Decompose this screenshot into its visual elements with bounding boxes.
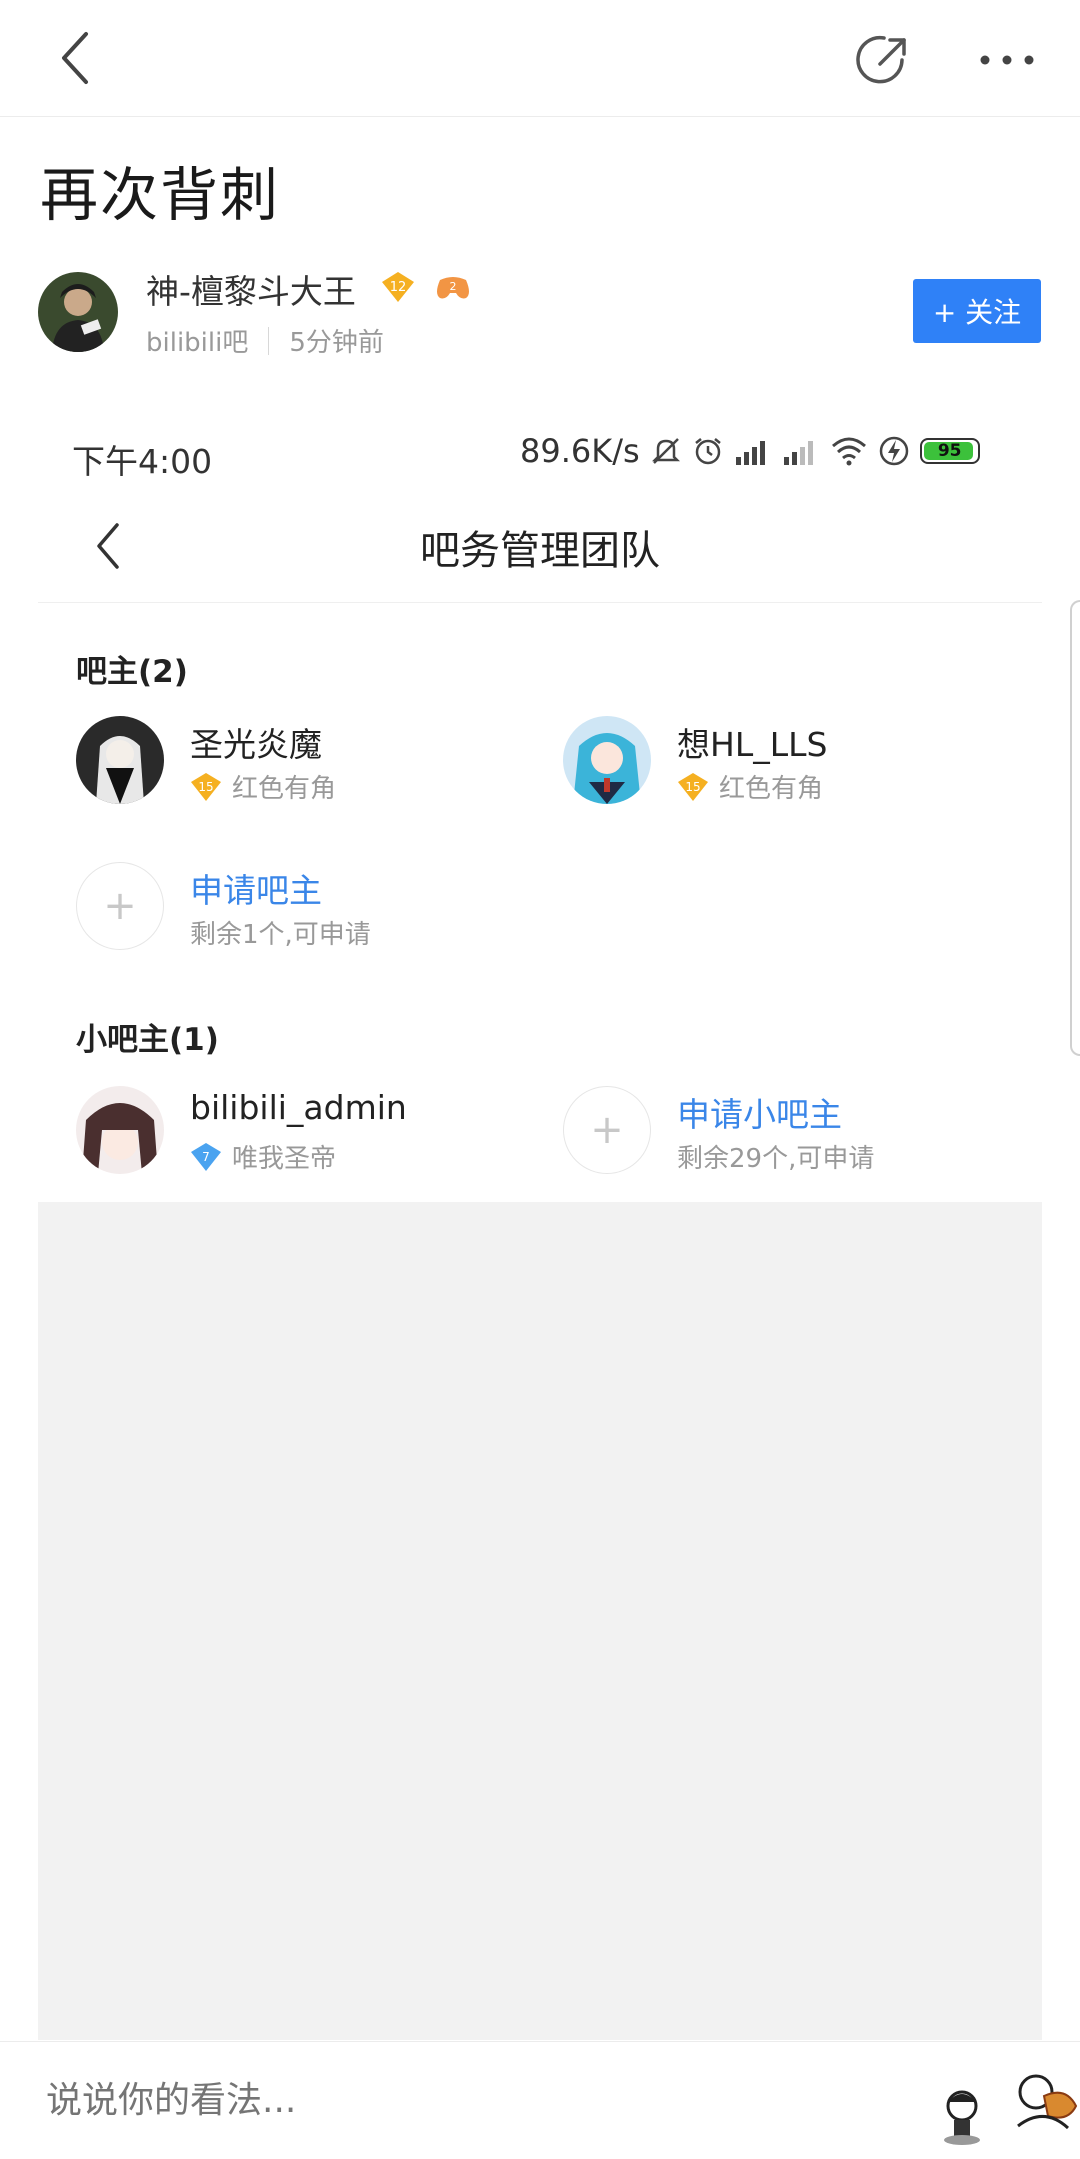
plus-icon: + [103, 883, 137, 929]
top-nav-bar [0, 0, 1080, 117]
share-button[interactable] [852, 28, 916, 92]
charging-icon [879, 436, 908, 466]
alarm-icon [694, 438, 721, 465]
wifi-icon [831, 437, 866, 466]
level-gem-icon: 15 [678, 772, 708, 801]
post-time: 5分钟前 [289, 328, 384, 358]
emoji-sticker-1[interactable] [932, 2082, 992, 2146]
game-badge-icon: 2 [434, 272, 472, 302]
svg-text:7: 7 [202, 1150, 210, 1164]
level-badge: 12 [380, 270, 416, 304]
mute-bell-icon [651, 438, 680, 464]
more-dots-icon [980, 55, 1034, 65]
apply-owner-link[interactable]: 申请吧主 [190, 864, 322, 912]
status-right: 89.6K/s 95 [520, 432, 980, 470]
level-badge-text: 12 [390, 280, 407, 295]
inner-page-title: 吧务管理团队 [420, 528, 660, 574]
network-speed: 89.6K/s [520, 432, 640, 470]
sub-owner-avatar-1[interactable] [76, 1086, 164, 1174]
meta-divider [268, 326, 270, 355]
owners-heading: 吧主(2) [76, 654, 188, 690]
battery-icon: 95 [919, 438, 980, 464]
back-button[interactable] [46, 28, 106, 88]
sub-owners-heading: 小吧主(1) [76, 1022, 219, 1058]
apply-owner-add[interactable]: + [76, 862, 164, 950]
apply-owner-note: 剩余1个,可申请 [190, 920, 371, 950]
forum-link[interactable]: bilibili吧 [146, 322, 248, 359]
game-badge-text: 2 [450, 280, 457, 293]
owner-avatar-2[interactable] [563, 716, 651, 804]
back-chevron-icon [62, 32, 88, 84]
side-scroll-handle[interactable] [1070, 600, 1080, 1056]
post-title: 再次背刺 [40, 161, 281, 229]
sub-owner-meta-1: 7 唯我圣帝 [190, 1138, 336, 1175]
more-button[interactable] [972, 40, 1042, 80]
inner-header-divider [38, 602, 1042, 603]
follow-button[interactable]: + 关注 [913, 279, 1041, 343]
owner-title-1: 红色有角 [232, 774, 337, 804]
signal-icon-1 [735, 441, 765, 465]
owner-name-1[interactable]: 圣光炎魔 [190, 718, 322, 766]
author-meta: bilibili吧 5分钟前 [146, 322, 384, 359]
sub-owner-name-1[interactable]: bilibili_admin [190, 1088, 407, 1127]
emoji-sticker-2[interactable] [1008, 2066, 1080, 2136]
apply-sub-owner-note: 剩余29个,可申请 [677, 1144, 875, 1174]
owner-meta-1: 15 红色有角 [190, 768, 336, 805]
share-icon [856, 35, 906, 84]
author-avatar[interactable] [38, 272, 118, 352]
owner-meta-2: 15 红色有角 [677, 768, 823, 805]
owner-title-2: 红色有角 [719, 774, 824, 804]
comment-input[interactable] [46, 2080, 846, 2121]
author-name[interactable]: 神-檀黎斗大王 [146, 265, 356, 313]
author-name-text: 神-檀黎斗大王 [146, 272, 356, 311]
sub-owner-title-1: 唯我圣帝 [232, 1144, 337, 1174]
level-gem-icon: 15 [191, 772, 221, 801]
owner-avatar-1[interactable] [76, 716, 164, 804]
svg-text:15: 15 [198, 780, 213, 794]
apply-sub-owner-add[interactable]: + [563, 1086, 651, 1174]
owner-name-2[interactable]: 想HL_LLS [677, 718, 827, 766]
plus-icon: + [590, 1107, 624, 1153]
level-gem-icon: 7 [191, 1142, 221, 1171]
signal-icon-2 [783, 441, 813, 465]
svg-text:15: 15 [685, 780, 700, 794]
apply-sub-owner-link[interactable]: 申请小吧主 [677, 1088, 842, 1136]
battery-level: 95 [937, 441, 962, 461]
status-time: 下午4:00 [72, 442, 213, 481]
